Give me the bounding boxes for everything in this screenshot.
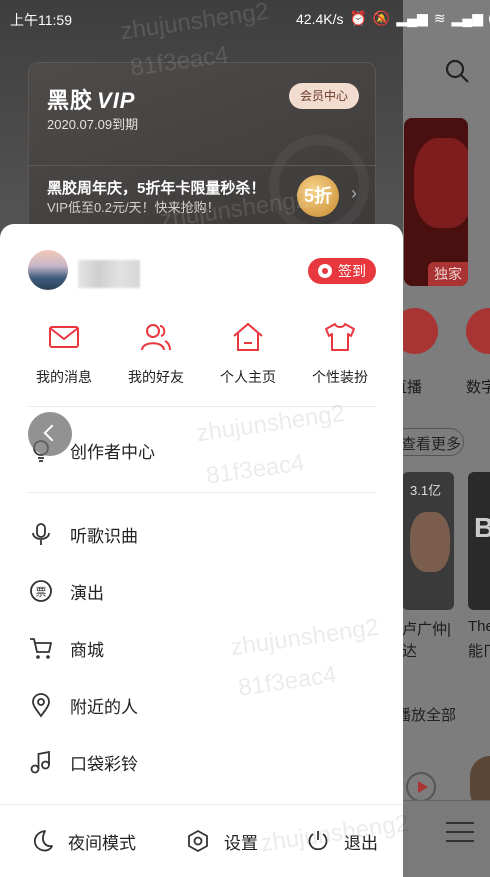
vip-divider bbox=[29, 165, 375, 166]
quick-action-messages[interactable]: 我的消息 bbox=[18, 320, 110, 387]
vip-card[interactable]: 黑胶 VIP 2020.07.09到期 会员中心 黑胶周年庆，5折年卡限量秒杀！ … bbox=[28, 62, 376, 232]
side-drawer: 黑胶 VIP 2020.07.09到期 会员中心 黑胶周年庆，5折年卡限量秒杀！ … bbox=[0, 0, 403, 877]
avatar[interactable] bbox=[28, 250, 68, 290]
vip-logo: 黑胶 VIP bbox=[47, 88, 136, 113]
settings-label: 设置 bbox=[224, 833, 258, 853]
username-blurred[interactable] bbox=[78, 260, 140, 288]
tshirt-icon bbox=[325, 323, 355, 351]
vip-expire-date: 2020.07.09到期 bbox=[47, 117, 139, 132]
album-title-line2: 达 bbox=[402, 643, 418, 660]
signin-button[interactable]: 签到 bbox=[308, 258, 376, 284]
signin-icon bbox=[318, 264, 332, 278]
music-note-icon bbox=[28, 749, 54, 775]
album-title-line2: 能ㄇ bbox=[468, 643, 490, 660]
quick-actions: 我的消息 我的好友 个人主页 个性装扮 bbox=[18, 320, 386, 387]
home-icon bbox=[233, 322, 263, 351]
divider bbox=[28, 406, 376, 407]
drawer-panel: 签到 我的消息 我的好友 个人主页 个性装扮 创作者中心 听歌识曲 票 演出 商… bbox=[0, 224, 403, 877]
menu-item-shows[interactable]: 票 演出 bbox=[28, 571, 376, 611]
album-card[interactable]: B bbox=[468, 472, 490, 610]
vip-promo-title[interactable]: 黑胶周年庆，5折年卡限量秒杀！ bbox=[47, 177, 265, 198]
play-count: 3.1亿 bbox=[410, 483, 442, 498]
menu-item-recognize-song[interactable]: 听歌识曲 bbox=[28, 514, 376, 554]
menu-label: 听歌识曲 bbox=[70, 526, 138, 546]
exclusive-tag: 独家 bbox=[428, 262, 468, 286]
alarm-icon: ⏰ bbox=[349, 10, 367, 26]
signin-label: 签到 bbox=[338, 263, 366, 279]
status-indicators: 42.4K/s ⏰ 🔕 ▂▄▆ ≋ ▂▄▆ 87 bbox=[296, 10, 490, 27]
menu-label: 口袋彩铃 bbox=[70, 754, 138, 774]
night-mode-button[interactable]: 夜间模式 bbox=[30, 829, 136, 854]
quick-action-theme[interactable]: 个性装扮 bbox=[294, 320, 386, 387]
logout-button[interactable]: 退出 bbox=[306, 829, 378, 854]
menu-item-mall[interactable]: 商城 bbox=[28, 628, 376, 668]
status-bar: 上午11:59 42.4K/s ⏰ 🔕 ▂▄▆ ≋ ▂▄▆ 87 bbox=[0, 0, 490, 36]
night-mode-label: 夜间模式 bbox=[68, 833, 136, 853]
moon-icon bbox=[33, 830, 53, 852]
quick-action-friends[interactable]: 我的好友 bbox=[110, 320, 202, 387]
status-time: 上午11:59 bbox=[10, 12, 72, 28]
digital-label: 数字 bbox=[466, 379, 490, 396]
mute-icon: 🔕 bbox=[372, 10, 391, 26]
playlist-icon[interactable] bbox=[446, 822, 474, 846]
menu-item-ringtone[interactable]: 口袋彩铃 bbox=[28, 742, 376, 782]
network-speed: 42.4K/s bbox=[296, 10, 344, 27]
gear-icon bbox=[188, 830, 208, 852]
quick-action-label: 我的好友 bbox=[128, 369, 184, 385]
discount-badge: 5折 bbox=[297, 175, 339, 217]
settings-button[interactable]: 设置 bbox=[186, 829, 258, 854]
logout-label: 退出 bbox=[344, 833, 378, 853]
location-pin-icon bbox=[28, 692, 54, 718]
menu-item-nearby[interactable]: 附近的人 bbox=[28, 685, 376, 725]
vip-promo-subtitle[interactable]: VIP低至0.2元/天！快来抢购！ bbox=[47, 197, 220, 216]
collapse-button[interactable] bbox=[28, 412, 72, 456]
menu-label: 创作者中心 bbox=[70, 442, 155, 462]
menu-label: 演出 bbox=[70, 583, 104, 603]
power-icon bbox=[308, 831, 328, 851]
album-title: 卢广仲| bbox=[402, 621, 451, 638]
chevron-right-icon[interactable]: › bbox=[351, 183, 357, 204]
quick-action-label: 个性装扮 bbox=[312, 369, 368, 385]
divider bbox=[28, 492, 376, 493]
cart-icon bbox=[28, 635, 54, 661]
profile-row: 签到 bbox=[28, 250, 376, 292]
menu-item-creator-center[interactable]: 创作者中心 bbox=[28, 430, 376, 470]
quick-action-label: 我的消息 bbox=[36, 369, 92, 385]
play-icon[interactable] bbox=[406, 772, 436, 802]
quick-action-label: 个人主页 bbox=[220, 369, 276, 385]
play-all-button[interactable]: 播放全部 bbox=[396, 704, 456, 725]
signal-icon: ▂▄▆ bbox=[451, 10, 483, 26]
wifi-icon: ≋ bbox=[433, 10, 446, 26]
menu-label: 商城 bbox=[70, 640, 104, 660]
ticket-icon: 票 bbox=[28, 578, 54, 604]
menu-label: 附近的人 bbox=[70, 697, 138, 717]
vip-center-button[interactable]: 会员中心 bbox=[289, 83, 359, 109]
quick-action-home[interactable]: 个人主页 bbox=[202, 320, 294, 387]
search-icon[interactable] bbox=[444, 58, 470, 84]
album-card[interactable]: 3.1亿 bbox=[402, 472, 454, 610]
drawer-bottom-bar: 夜间模式 设置 退出 bbox=[0, 804, 403, 877]
friends-icon bbox=[141, 324, 171, 351]
mail-icon bbox=[49, 326, 79, 348]
digital-icon[interactable] bbox=[466, 308, 490, 354]
album-title: The bbox=[468, 618, 490, 635]
microphone-icon bbox=[28, 521, 54, 547]
svg-text:票: 票 bbox=[36, 586, 47, 599]
featured-card[interactable]: 独家 bbox=[404, 118, 468, 286]
signal-icon: ▂▄▆ bbox=[396, 10, 428, 26]
